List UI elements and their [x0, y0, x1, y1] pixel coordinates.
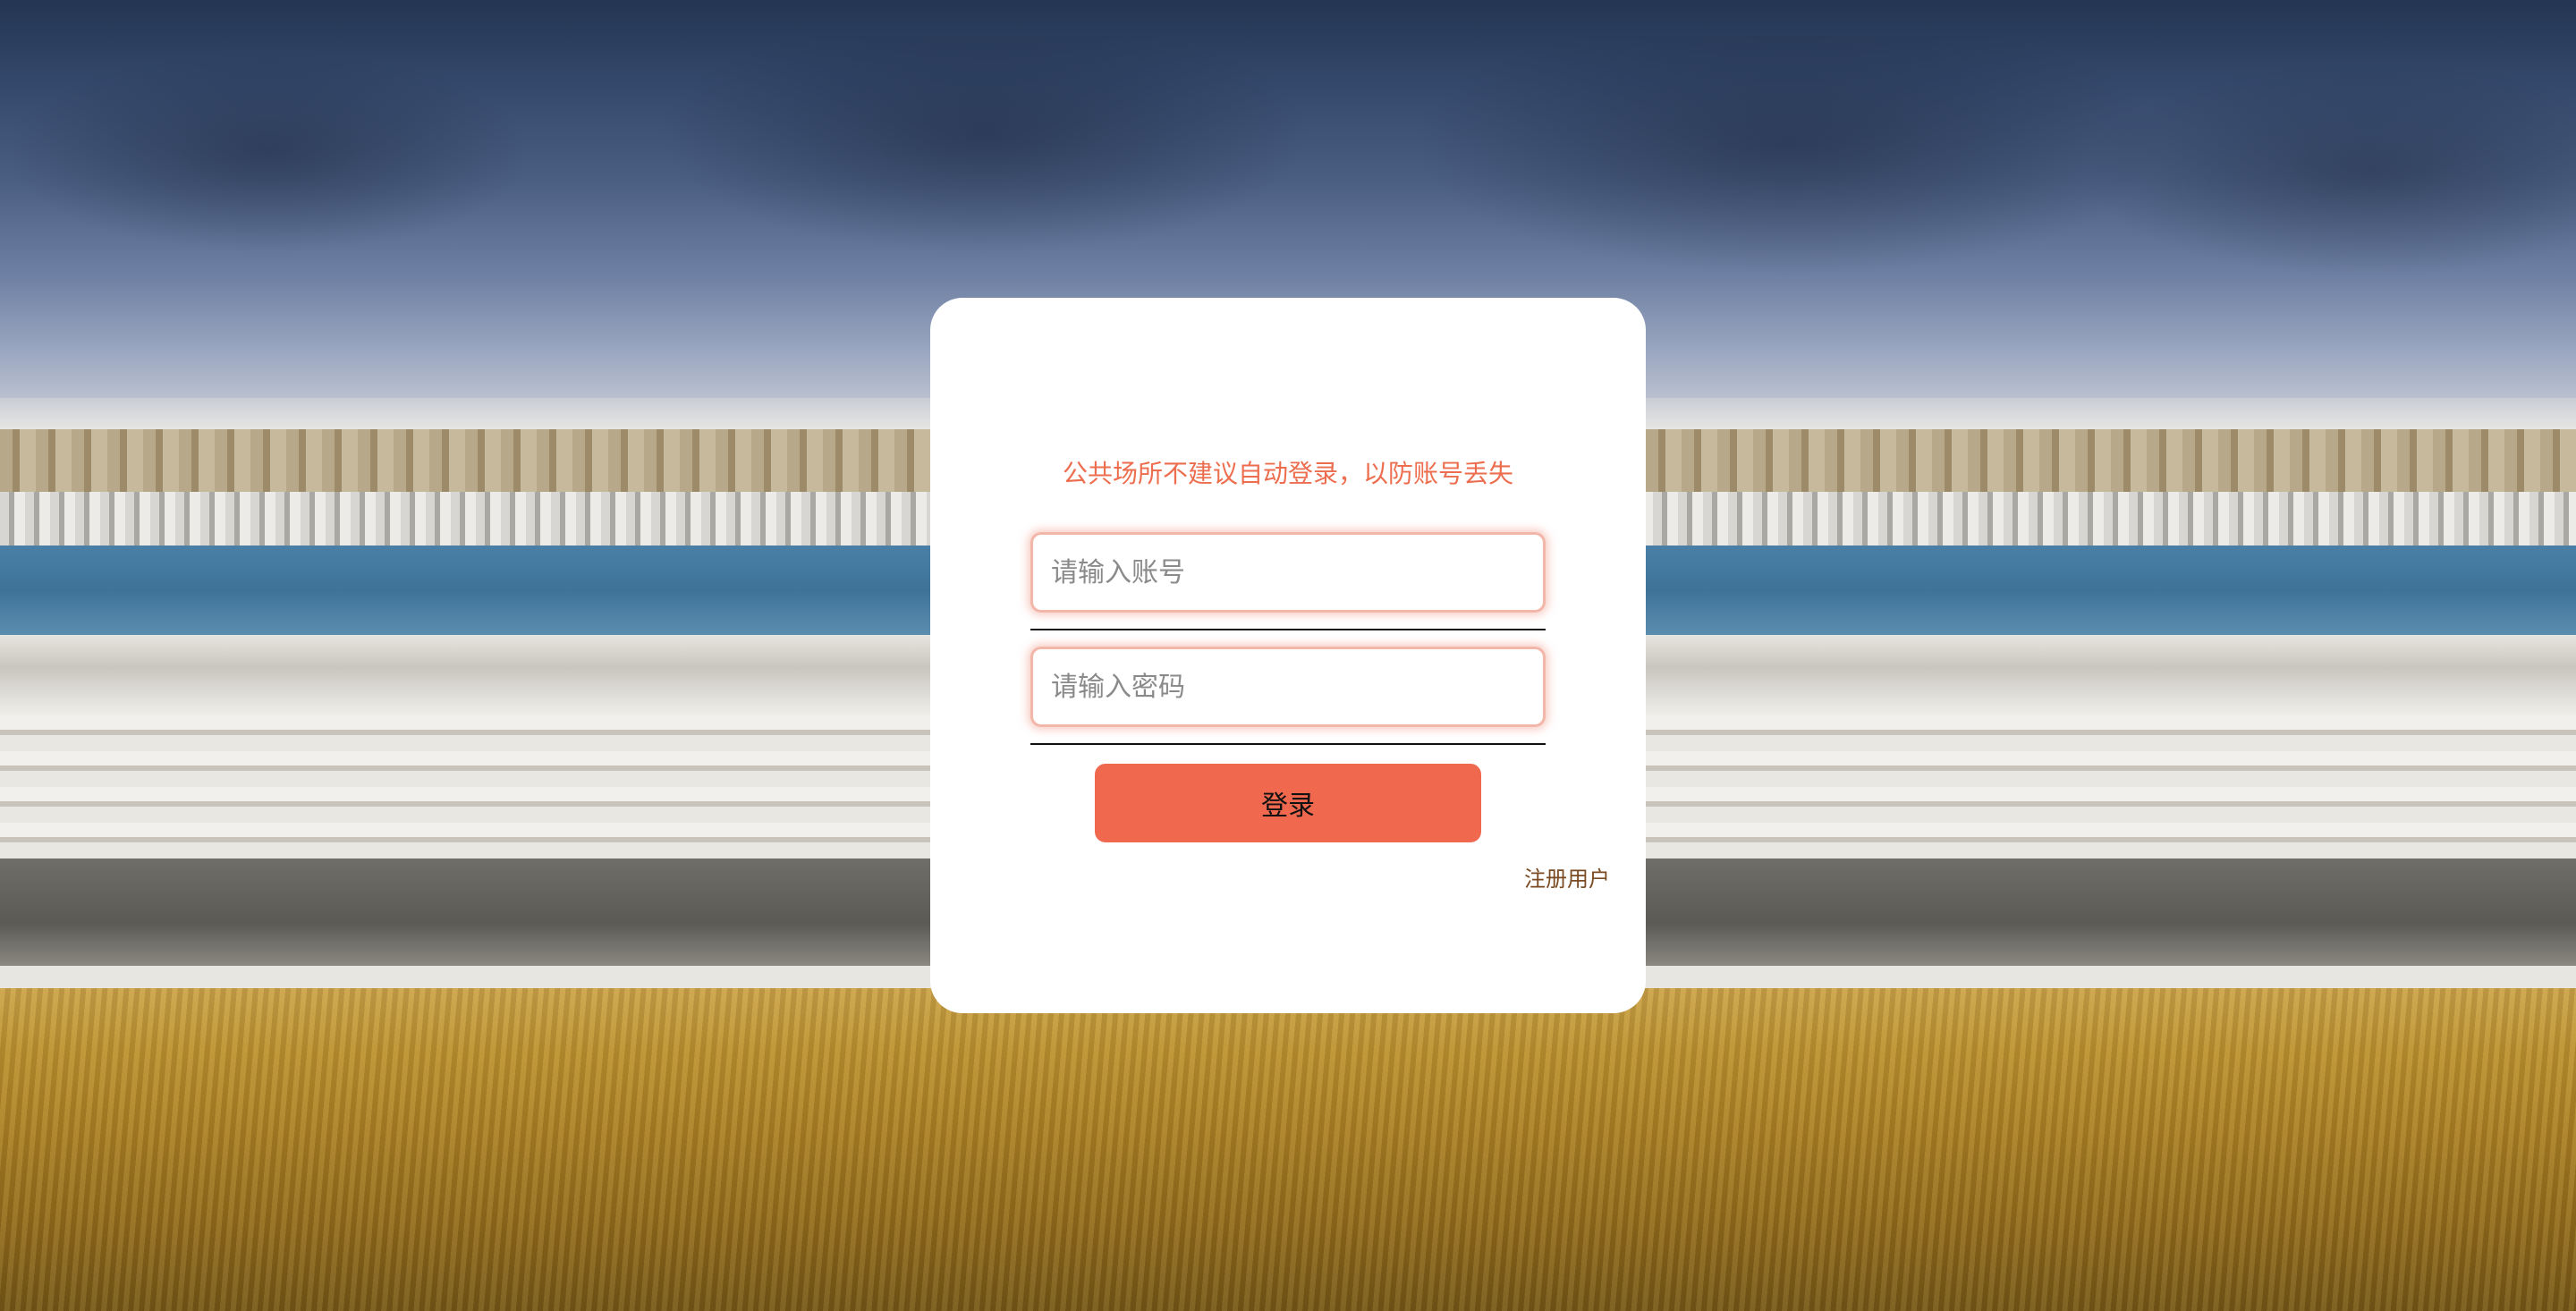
login-button[interactable]: 登录	[1095, 764, 1481, 842]
password-field-group	[1030, 647, 1546, 745]
grass-texture	[0, 988, 2576, 1311]
password-input[interactable]	[1030, 647, 1546, 727]
account-input[interactable]	[1030, 532, 1546, 613]
password-underline	[1030, 743, 1546, 745]
account-underline	[1030, 629, 1546, 630]
register-link[interactable]: 注册用户	[1524, 861, 1610, 892]
login-notice: 公共场所不建议自动登录，以防账号丢失	[1062, 459, 1513, 488]
login-card: 公共场所不建议自动登录，以防账号丢失 登录 注册用户	[930, 298, 1646, 1013]
account-field-group	[1030, 532, 1546, 630]
